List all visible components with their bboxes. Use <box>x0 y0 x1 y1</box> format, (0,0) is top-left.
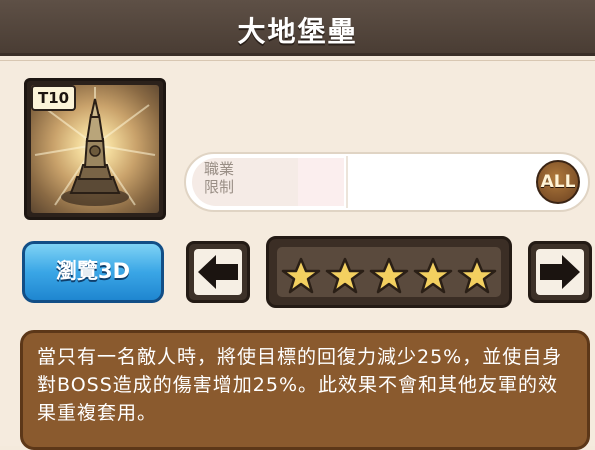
arrow-left-icon <box>198 255 238 289</box>
item-icon-frame: T10 <box>24 78 166 220</box>
next-button-face <box>536 249 584 295</box>
item-title: 大地堡壘 <box>237 15 358 48</box>
view-3d-button[interactable]: 瀏覽3D <box>22 241 164 303</box>
previous-item-button[interactable] <box>186 241 250 303</box>
arrow-right-icon <box>540 255 580 289</box>
tier-badge: T10 <box>31 85 77 111</box>
item-description: 當只有一名敵人時，將使目標的回復力減少25%，並使自身對BOSS造成的傷害增加2… <box>37 346 563 424</box>
restriction-label-line1: 職業 <box>204 160 235 178</box>
restriction-label-line2: 限制 <box>204 178 235 196</box>
restriction-divider <box>346 156 348 208</box>
description-box: 當只有一名敵人時，將使目標的回復力減少25%，並使自身對BOSS造成的傷害增加2… <box>20 330 590 450</box>
star-icon <box>325 257 365 294</box>
class-all-badge: ALL <box>536 160 580 204</box>
previous-button-face <box>194 249 242 295</box>
class-restriction: 職業 限制 ALL <box>184 152 590 212</box>
next-item-button[interactable] <box>528 241 592 303</box>
restriction-label: 職業 限制 <box>204 160 264 196</box>
star-rating-track <box>277 247 501 297</box>
star-icon <box>281 257 321 294</box>
title-bar: 大地堡壘 <box>0 0 595 56</box>
star-rating <box>266 236 512 308</box>
star-icon <box>369 257 409 294</box>
star-icon <box>457 257 497 294</box>
star-icon <box>413 257 453 294</box>
restriction-highlight <box>298 158 344 206</box>
